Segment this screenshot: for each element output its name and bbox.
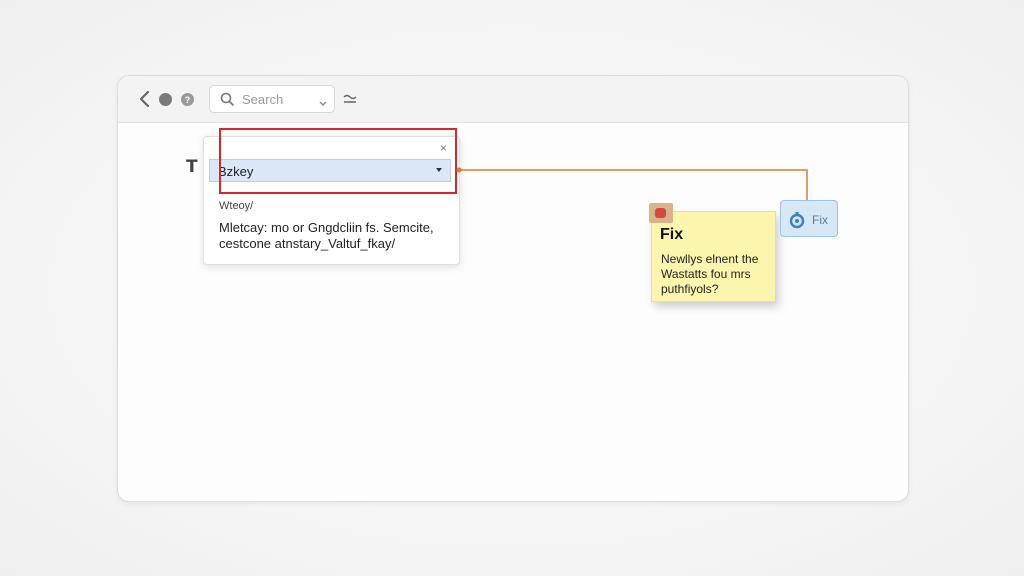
property-popup: × Bzkey Wteoy/ Mletcay: mo or Gngdcliin … <box>203 136 460 265</box>
search-input[interactable]: Search <box>209 85 335 113</box>
filter-icon[interactable] <box>342 91 358 107</box>
help-icon[interactable]: ? <box>181 93 194 106</box>
search-placeholder: Search <box>242 92 284 107</box>
app-window: ? Search T × Bzkey Wteoy/ Mletcay: mo or… <box>117 75 909 502</box>
toolbar: ? Search <box>118 76 908 123</box>
content-heading-glyph: T <box>186 157 198 177</box>
key-select[interactable]: Bzkey <box>209 159 451 182</box>
fix-icon <box>788 211 806 229</box>
search-icon <box>220 92 234 106</box>
record-icon[interactable] <box>159 93 172 106</box>
close-icon[interactable]: × <box>440 141 447 155</box>
pin-icon <box>649 203 673 223</box>
back-icon[interactable] <box>136 89 152 109</box>
popup-small-label: Wteoy/ <box>219 200 254 212</box>
note-title: Fix <box>660 226 684 243</box>
popup-description: Mletcay: mo or Gngdcliin fs. Semcite, ce… <box>219 220 434 251</box>
fix-button[interactable]: Fix <box>780 200 838 237</box>
caret-down-icon <box>436 168 442 172</box>
fix-button-label: Fix <box>812 213 828 227</box>
chevron-down-icon[interactable] <box>318 95 328 106</box>
note-body: Newllys elnent the Wastatts fou mrs puth… <box>661 252 759 296</box>
sticky-note: Fix Newllys elnent the Wastatts fou mrs … <box>649 203 776 302</box>
key-select-value: Bzkey <box>218 164 254 179</box>
